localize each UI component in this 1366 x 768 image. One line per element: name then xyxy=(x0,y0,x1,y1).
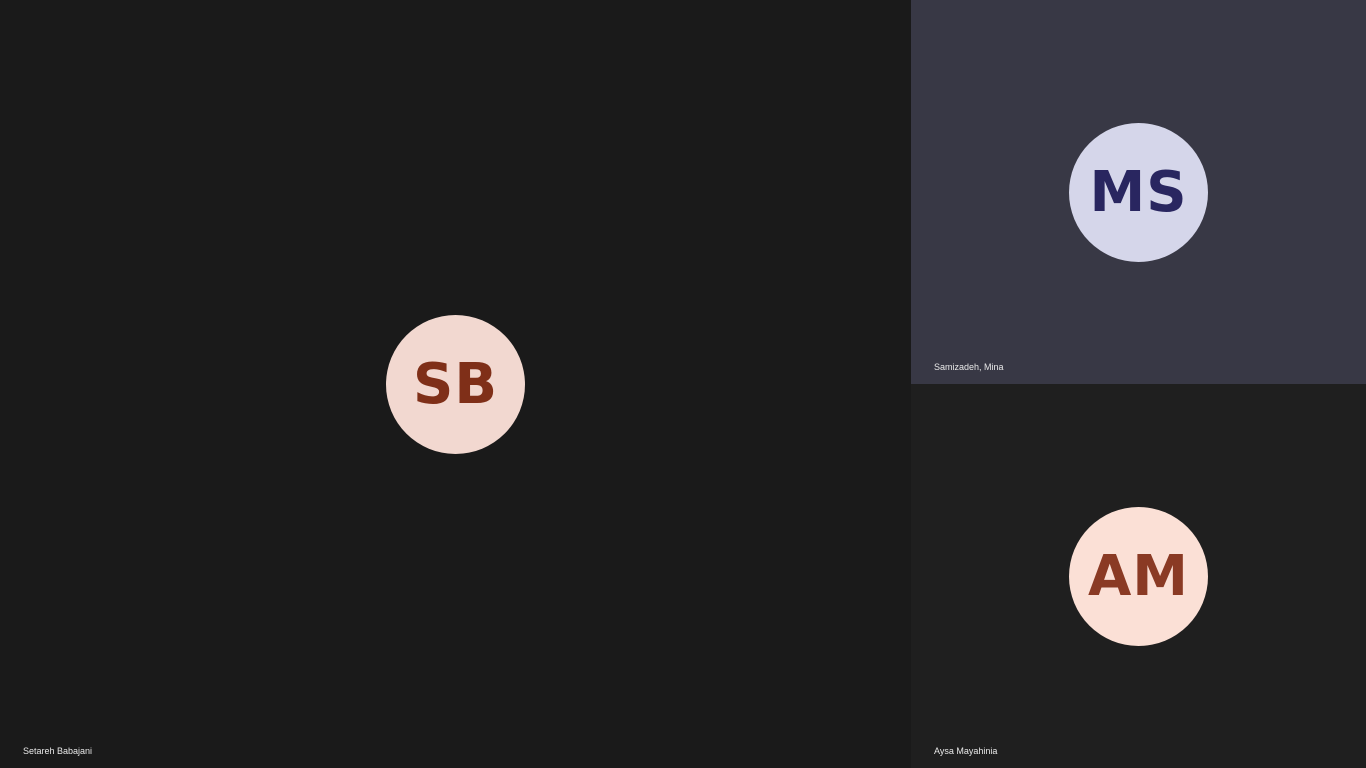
avatar: SB xyxy=(386,315,525,454)
avatar: MS xyxy=(1069,123,1208,262)
meeting-gallery: SB Setareh Babajani MS Samizadeh, Mina A… xyxy=(0,0,1366,768)
participant-name-label: Setareh Babajani xyxy=(23,746,93,756)
participant-tile-main[interactable]: SB Setareh Babajani xyxy=(0,0,911,768)
avatar: AM xyxy=(1069,507,1208,646)
participant-tile[interactable]: MS Samizadeh, Mina xyxy=(911,0,1366,384)
participant-name-label: Samizadeh, Mina xyxy=(934,362,1004,372)
participant-name-label: Aysa Mayahinia xyxy=(934,746,998,756)
participant-tile[interactable]: AM Aysa Mayahinia xyxy=(911,384,1366,768)
